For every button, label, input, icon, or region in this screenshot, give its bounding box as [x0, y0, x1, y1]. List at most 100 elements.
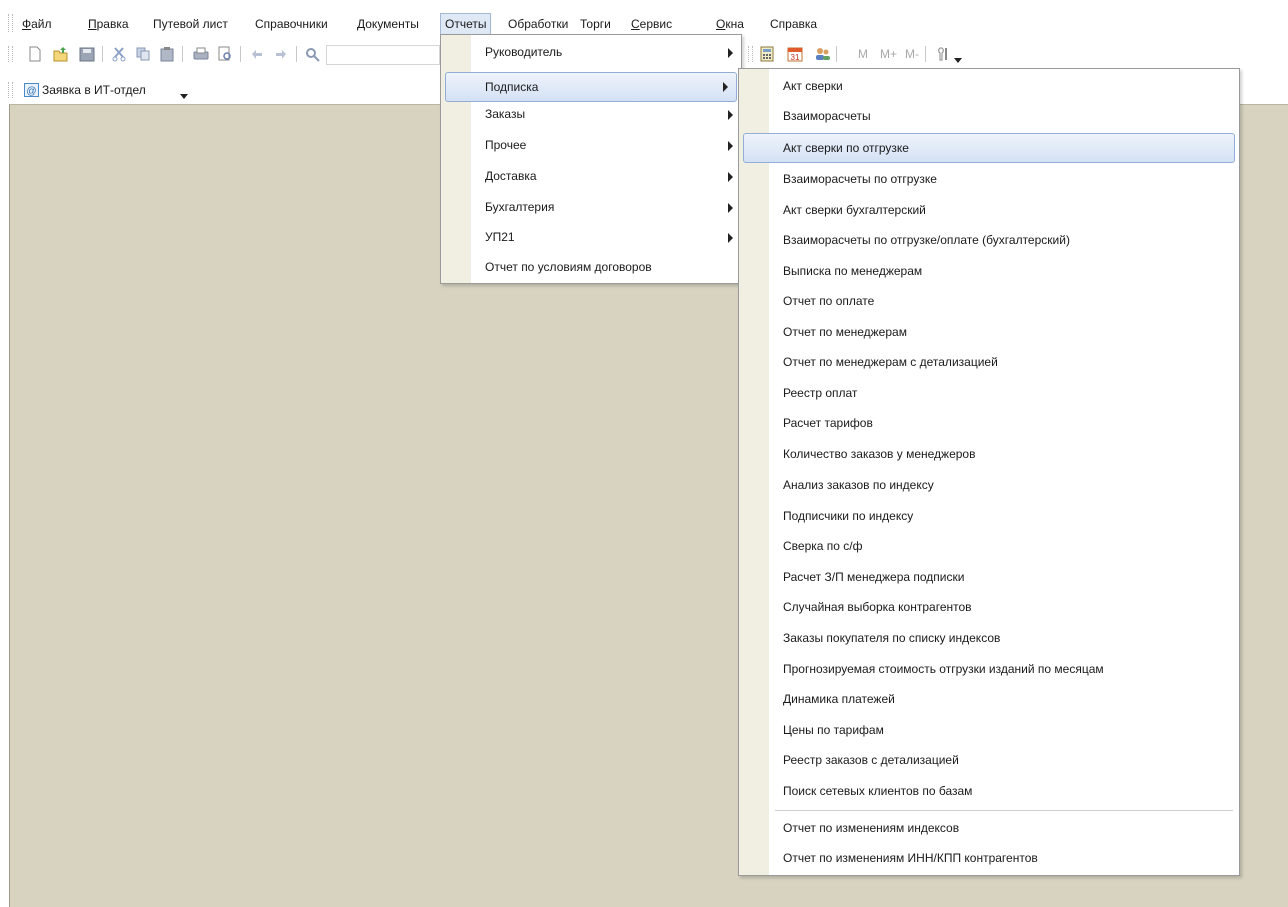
menu-reports[interactable]: Отчеты — [440, 13, 492, 35]
submenu-item[interactable]: Расчет З/П менеджера подписки — [739, 562, 1239, 592]
menu-file[interactable]: Файл — [18, 14, 56, 34]
menu-edit[interactable]: Правка — [84, 14, 133, 34]
menu-item-label: Поиск сетевых клиентов по базам — [783, 784, 973, 798]
print-icon[interactable] — [192, 46, 210, 62]
toolbar-grip[interactable] — [8, 46, 13, 62]
submenu-item-selected[interactable]: Акт сверки по отгрузке — [743, 133, 1235, 163]
submenu-item[interactable]: Поиск сетевых клиентов по базам — [739, 776, 1239, 806]
reports-menu-item-orders[interactable]: Заказы — [441, 99, 741, 129]
submenu-arrow-icon — [728, 48, 733, 58]
memory-store-button[interactable]: M — [858, 47, 868, 61]
menu-item-label: Отчет по оплате — [783, 294, 875, 308]
toolbar-separator — [925, 46, 926, 62]
search-icon[interactable] — [304, 46, 322, 62]
menu-item-label: Бухгалтерия — [485, 200, 555, 214]
submenu-item[interactable]: Подписчики по индексу — [739, 501, 1239, 531]
submenu-item[interactable]: Отчет по менеджерам с детализацией — [739, 347, 1239, 377]
reports-menu: Руководитель Подписка Заказы Прочее Дост… — [440, 34, 742, 284]
submenu-item[interactable]: Отчет по менеджерам — [739, 317, 1239, 347]
submenu-item[interactable]: Сверка по с/ф — [739, 531, 1239, 561]
memory-subtract-button[interactable]: M- — [905, 47, 919, 61]
submenu-item[interactable]: Выписка по менеджерам — [739, 256, 1239, 286]
open-folder-icon[interactable] — [52, 46, 70, 62]
toolbar-grip-right[interactable] — [748, 46, 753, 62]
submenu-item[interactable]: Заказы покупателя по списку индексов — [739, 623, 1239, 653]
submenu-item[interactable]: Взаиморасчеты — [739, 101, 1239, 131]
email-at-icon: @ — [24, 83, 39, 97]
submenu-arrow-icon — [728, 233, 733, 243]
menu-item-label: Отчет по менеджерам с детализацией — [783, 355, 998, 369]
print-preview-icon[interactable] — [216, 46, 234, 62]
menu-item-label: Реестр оплат — [783, 386, 858, 400]
reports-menu-item-manager[interactable]: Руководитель — [441, 37, 741, 67]
submenu-item[interactable]: Отчет по изменениям ИНН/КПП контрагентов — [739, 843, 1239, 873]
menu-service[interactable]: Сервис — [627, 14, 676, 34]
menu-processing[interactable]: Обработки — [504, 14, 572, 34]
menu-item-label: Подписка — [485, 80, 539, 94]
chevron-down-icon[interactable] — [954, 58, 962, 63]
reports-menu-item-contract-terms[interactable]: Отчет по условиям договоров — [441, 252, 741, 282]
menu-item-label: Прочее — [485, 138, 527, 152]
toolbar2-grip[interactable] — [8, 82, 13, 98]
submenu-item[interactable]: Акт сверки — [739, 71, 1239, 101]
toolbar-separator — [836, 46, 837, 62]
submenu-item[interactable]: Цены по тарифам — [739, 715, 1239, 745]
undo-icon[interactable] — [248, 46, 266, 62]
reports-menu-item-accounting[interactable]: Бухгалтерия — [441, 192, 741, 222]
copy-icon[interactable] — [134, 46, 152, 62]
menu-item-label: Случайная выборка контрагентов — [783, 600, 972, 614]
menubar-grip[interactable] — [8, 14, 13, 32]
menu-item-label: Подписчики по индексу — [783, 509, 914, 523]
menu-tenders[interactable]: Торги — [576, 14, 615, 34]
menu-item-label: Расчет З/П менеджера подписки — [783, 570, 965, 584]
menu-windows[interactable]: Окна — [712, 14, 748, 34]
memory-add-button[interactable]: M+ — [880, 47, 897, 61]
menu-item-label: Реестр заказов с детализацией — [783, 753, 959, 767]
reports-menu-item-other[interactable]: Прочее — [441, 130, 741, 160]
menu-waybill[interactable]: Путевой лист — [149, 14, 232, 34]
submenu-item[interactable]: Динамика платежей — [739, 684, 1239, 714]
menu-help[interactable]: Справка — [766, 14, 821, 34]
paste-icon[interactable] — [158, 46, 176, 62]
cut-icon[interactable] — [110, 46, 128, 62]
submenu-item[interactable]: Акт сверки бухгалтерский — [739, 195, 1239, 225]
toolbar-separator — [240, 46, 241, 62]
submenu-item[interactable]: Расчет тарифов — [739, 408, 1239, 438]
calendar-icon[interactable]: 31 — [786, 46, 804, 62]
menu-directories[interactable]: Справочники — [251, 14, 332, 34]
submenu-item[interactable]: Случайная выборка контрагентов — [739, 592, 1239, 622]
redo-icon[interactable] — [272, 46, 290, 62]
menu-item-label: Акт сверки — [783, 79, 843, 93]
submenu-item[interactable]: Реестр оплат — [739, 378, 1239, 408]
calculator-icon[interactable] — [758, 46, 776, 62]
reports-menu-item-delivery[interactable]: Доставка — [441, 161, 741, 191]
reports-menu-item-up21[interactable]: УП21 — [441, 222, 741, 252]
menu-item-label: Акт сверки по отгрузке — [783, 141, 909, 155]
submenu-item[interactable]: Реестр заказов с детализацией — [739, 745, 1239, 775]
menu-item-label: Отчет по менеджерам — [783, 325, 907, 339]
menu-item-label: Выписка по менеджерам — [783, 264, 923, 278]
menu-item-label: Прогнозируемая стоимость отгрузки издани… — [783, 662, 1104, 676]
it-request-button[interactable]: Заявка в ИТ-отдел — [42, 83, 146, 97]
menu-item-label: Взаиморасчеты по отгрузке/оплате (бухгал… — [783, 233, 1070, 247]
users-icon[interactable] — [814, 46, 832, 62]
chevron-down-icon[interactable] — [180, 94, 188, 99]
save-icon[interactable] — [78, 46, 96, 62]
new-document-icon[interactable] — [26, 46, 44, 62]
submenu-item[interactable]: Отчет по оплате — [739, 286, 1239, 316]
submenu-item[interactable]: Прогнозируемая стоимость отгрузки издани… — [739, 654, 1239, 684]
reports-menu-item-subscription[interactable]: Подписка — [445, 72, 737, 102]
calendar-day: 31 — [791, 53, 800, 62]
submenu-item[interactable]: Взаиморасчеты по отгрузке/оплате (бухгал… — [739, 225, 1239, 255]
menu-item-label: Заказы — [485, 107, 526, 121]
submenu-item[interactable]: Анализ заказов по индексу — [739, 470, 1239, 500]
submenu-item[interactable]: Количество заказов у менеджеров — [739, 439, 1239, 469]
submenu-item[interactable]: Взаиморасчеты по отгрузке — [739, 164, 1239, 194]
settings-tools-icon[interactable] — [934, 46, 952, 62]
menu-documents[interactable]: Документы — [353, 14, 423, 34]
toolbar-separator — [182, 46, 183, 62]
search-input[interactable] — [326, 45, 440, 65]
menu-item-label: Отчет по изменениям ИНН/КПП контрагентов — [783, 851, 1038, 865]
submenu-item[interactable]: Отчет по изменениям индексов — [739, 813, 1239, 843]
submenu-arrow-icon — [723, 82, 728, 92]
